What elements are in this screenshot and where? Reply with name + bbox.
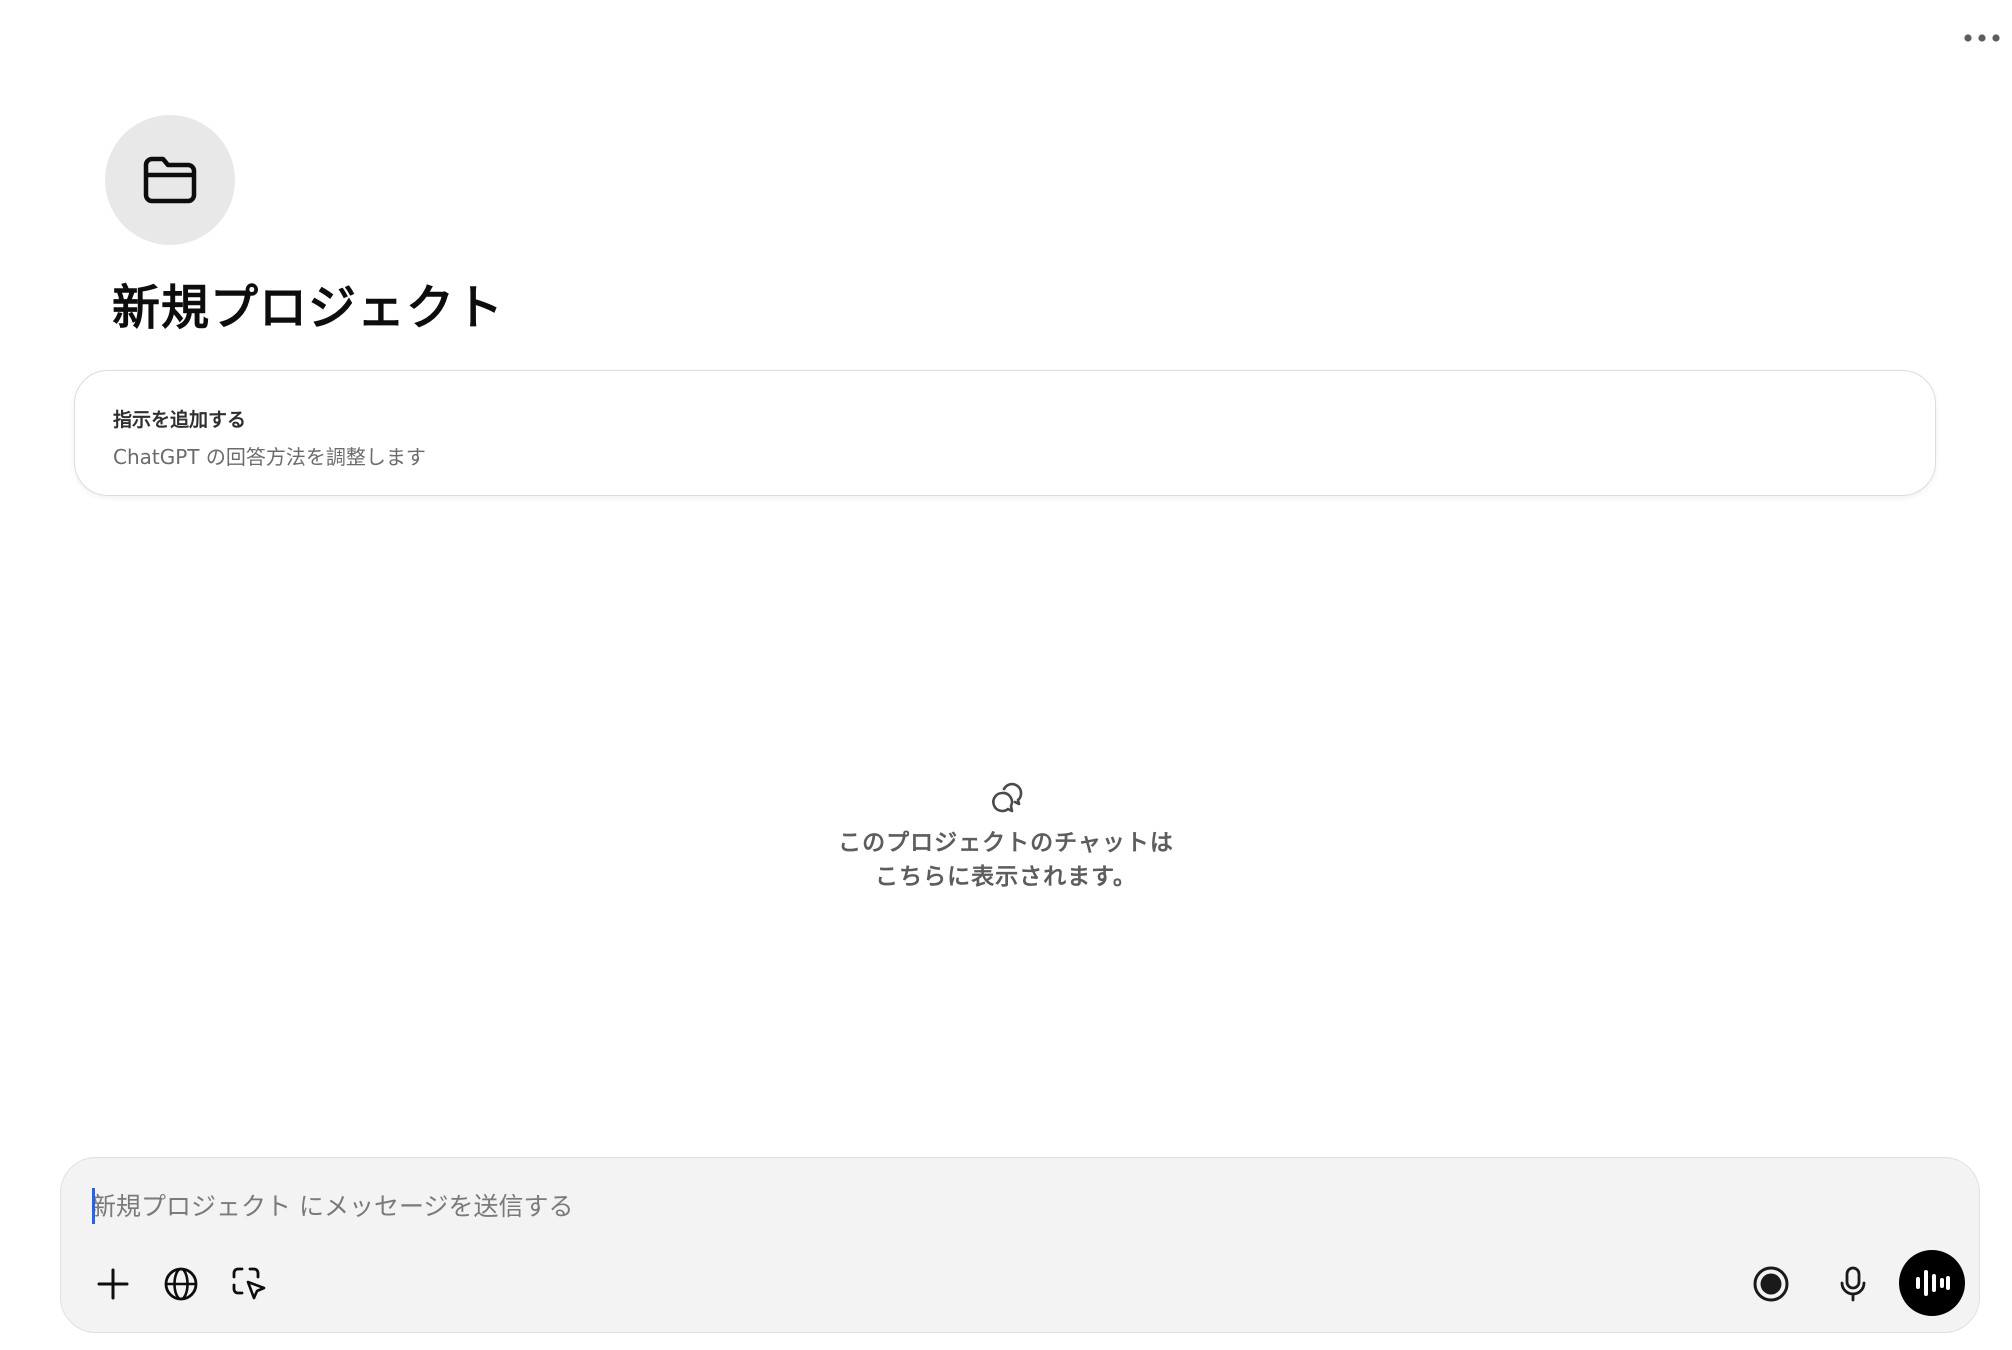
- empty-state-text: このプロジェクトのチャットは こちらに表示されます。: [838, 826, 1174, 894]
- empty-chats-state: このプロジェクトのチャットは こちらに表示されます。: [706, 780, 1306, 894]
- chat-bubbles-icon: [992, 782, 1023, 813]
- web-search-button[interactable]: [155, 1258, 207, 1310]
- project-title[interactable]: 新規プロジェクト: [112, 268, 504, 338]
- dictation-button[interactable]: [1827, 1258, 1879, 1310]
- add-instructions-card[interactable]: 指示を追加する ChatGPT の回答方法を調整します: [74, 370, 1936, 496]
- plus-icon: [97, 1268, 129, 1300]
- globe-icon: [164, 1267, 198, 1301]
- screen-select-icon: [232, 1267, 266, 1300]
- add-attachment-button[interactable]: [87, 1258, 139, 1310]
- record-button[interactable]: [1745, 1258, 1797, 1310]
- instructions-subtitle: ChatGPT の回答方法を調整します: [113, 445, 426, 469]
- folder-icon: [143, 156, 197, 204]
- empty-state-line-2: こちらに表示されます。: [875, 864, 1137, 890]
- screen-select-button[interactable]: [223, 1258, 275, 1310]
- text-caret: [92, 1188, 95, 1224]
- empty-state-line-1: このプロジェクトのチャットは: [838, 830, 1174, 856]
- microphone-icon: [1840, 1266, 1866, 1302]
- voice-mode-button[interactable]: [1899, 1250, 1965, 1316]
- more-horizontal-icon: [1964, 34, 2000, 42]
- more-options-button[interactable]: [1956, 24, 2008, 52]
- message-composer: [60, 1157, 1980, 1333]
- project-page: 新規プロジェクト 指示を追加する ChatGPT の回答方法を調整します このプ…: [0, 0, 2012, 1350]
- voice-mode-icon: [1916, 1270, 1950, 1296]
- record-icon: [1753, 1266, 1789, 1302]
- project-icon-button[interactable]: [105, 115, 235, 245]
- message-input[interactable]: [91, 1186, 1491, 1226]
- instructions-title: 指示を追加する: [113, 409, 247, 431]
